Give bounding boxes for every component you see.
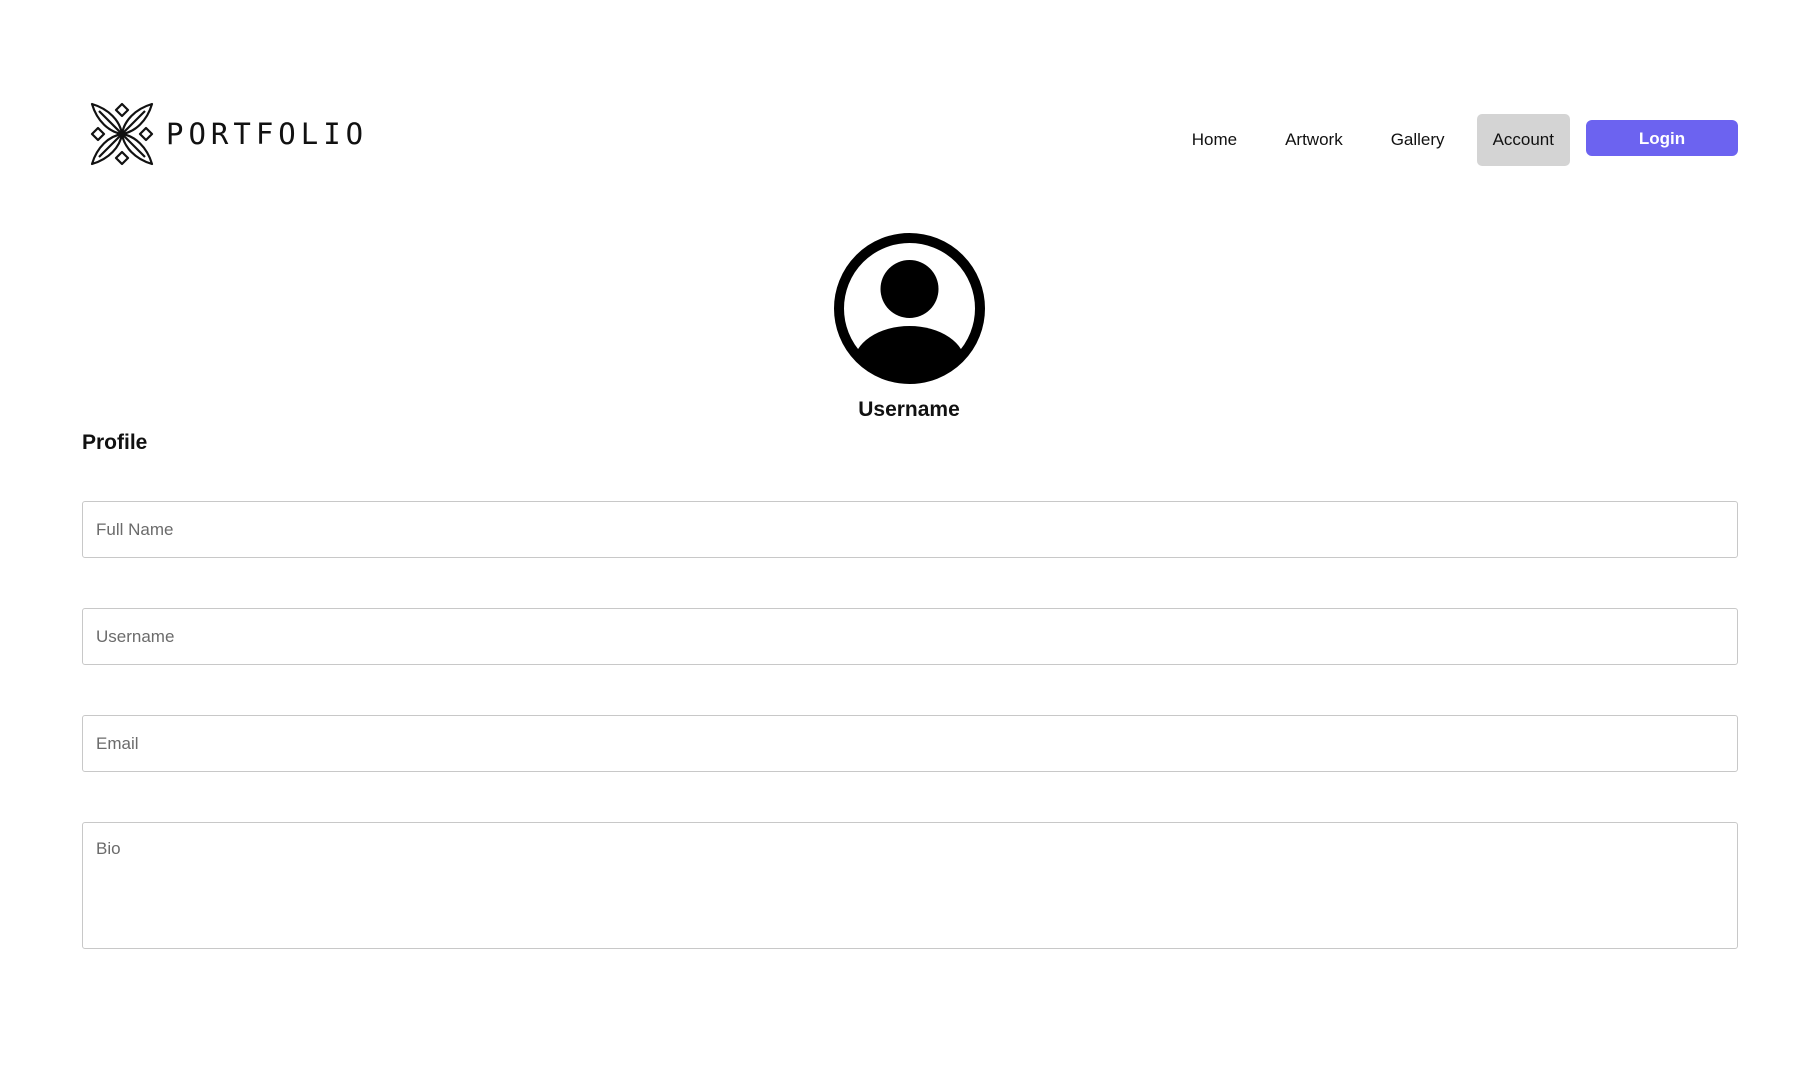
brand-name: PORTFOLIO — [166, 117, 369, 151]
page: PORTFOLIO Home Artwork Gallery Account L… — [0, 0, 1818, 1091]
username-field[interactable] — [82, 608, 1738, 665]
nav-home[interactable]: Home — [1176, 114, 1253, 166]
bio-field[interactable] — [82, 822, 1738, 949]
nav-artwork[interactable]: Artwork — [1269, 114, 1359, 166]
login-button[interactable]: Login — [1586, 120, 1738, 156]
user-avatar-icon[interactable] — [833, 232, 986, 385]
nav-account[interactable]: Account — [1476, 114, 1570, 166]
profile-username: Username — [858, 398, 960, 421]
nav-gallery[interactable]: Gallery — [1375, 114, 1461, 166]
brand-logo[interactable]: PORTFOLIO — [89, 101, 368, 167]
main-nav: Home Artwork Gallery Account Login — [1160, 114, 1738, 166]
profile-section-title: Profile — [82, 431, 148, 454]
header: PORTFOLIO Home Artwork Gallery Account L… — [82, 94, 1738, 174]
floral-cross-icon — [90, 102, 154, 166]
email-field[interactable] — [82, 715, 1738, 772]
full-name-field[interactable] — [82, 501, 1738, 558]
